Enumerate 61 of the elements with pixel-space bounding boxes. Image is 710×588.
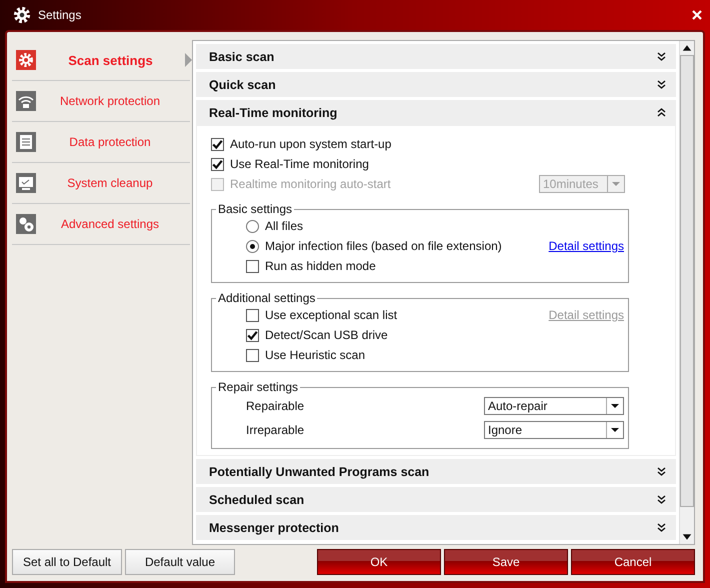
chevron-down-icon bbox=[657, 467, 666, 476]
sidebar-item[interactable]: System cleanup bbox=[12, 163, 190, 204]
scrollbar[interactable] bbox=[679, 41, 694, 544]
group-title: Basic settings bbox=[217, 202, 294, 216]
default-button[interactable]: Set all to Default bbox=[12, 549, 122, 575]
group-title: Additional settings bbox=[217, 291, 316, 305]
sidebar-item[interactable]: Data protection bbox=[12, 122, 190, 163]
section-header[interactable]: Real-Time monitoring bbox=[196, 100, 676, 125]
section-header[interactable]: Basic scan bbox=[196, 44, 676, 69]
sidebar-item[interactable]: Network protection bbox=[12, 81, 190, 122]
checkbox[interactable] bbox=[211, 158, 224, 170]
section-header[interactable]: Messenger protection bbox=[196, 515, 676, 540]
section-header[interactable]: Scheduled scan bbox=[196, 487, 676, 512]
chevron-down-icon bbox=[657, 52, 666, 61]
monitor-icon bbox=[16, 173, 36, 193]
sidebar-label: Data protection bbox=[68, 135, 152, 149]
gears-icon bbox=[16, 214, 36, 234]
checkbox-label: Auto-run upon system start-up bbox=[230, 137, 392, 151]
document-icon bbox=[16, 132, 36, 152]
section-header[interactable]: Potentially Unwanted Programs scan bbox=[196, 459, 676, 484]
section-header[interactable]: Quick scan bbox=[196, 72, 676, 97]
checkbox[interactable] bbox=[246, 260, 259, 272]
checkbox-label: Run as hidden mode bbox=[265, 259, 376, 273]
checkbox-label: Use Heuristic scan bbox=[265, 348, 366, 362]
gear-icon bbox=[13, 6, 31, 24]
dropdown[interactable]: Auto-repair bbox=[484, 397, 624, 415]
gear-icon bbox=[16, 50, 36, 70]
wifi-icon bbox=[16, 91, 36, 111]
sidebar-label: System cleanup bbox=[66, 176, 154, 190]
sidebar-item[interactable]: Scan settings bbox=[12, 40, 190, 81]
chevron-up-icon bbox=[657, 108, 666, 117]
sidebar-label: Scan settings bbox=[67, 52, 154, 68]
sidebar-label: Network protection bbox=[58, 94, 162, 108]
detail-settings-link[interactable]: Detail settings bbox=[548, 239, 624, 253]
checkbox-label: Realtime monitoring auto-start bbox=[230, 177, 392, 191]
checkbox[interactable] bbox=[246, 348, 259, 362]
chevron-down-icon bbox=[657, 495, 666, 504]
chevron-down-icon bbox=[657, 523, 666, 532]
radio-button[interactable] bbox=[246, 240, 259, 252]
sidebar-item[interactable]: Advanced settings bbox=[12, 204, 190, 245]
checkbox-label: Detect/Scan USB drive bbox=[265, 328, 388, 342]
radio-label: Major infection files (based on file extension) bbox=[265, 239, 502, 253]
window-title: Settings bbox=[38, 8, 82, 22]
radio-label: All files bbox=[265, 219, 304, 233]
radio-button[interactable] bbox=[246, 220, 259, 232]
dropdown[interactable]: Ignore bbox=[484, 421, 624, 439]
field-label: Irreparable bbox=[246, 423, 304, 437]
default-button[interactable]: Default value bbox=[125, 549, 235, 575]
close-icon[interactable] bbox=[692, 10, 702, 20]
checkbox[interactable] bbox=[246, 328, 259, 342]
dialog-button[interactable]: Cancel bbox=[571, 549, 695, 575]
chevron-down-icon bbox=[657, 80, 666, 89]
group-title: Repair settings bbox=[217, 380, 300, 394]
field-label: Repairable bbox=[246, 399, 304, 413]
dialog-button[interactable]: OK bbox=[317, 549, 441, 575]
checkbox[interactable] bbox=[211, 138, 224, 150]
checkbox-label: Use exceptional scan list bbox=[265, 308, 398, 322]
dialog-button[interactable]: Save bbox=[444, 549, 568, 575]
sidebar-label: Advanced settings bbox=[60, 217, 160, 231]
checkbox-label: Use Real-Time monitoring bbox=[230, 157, 370, 171]
checkbox[interactable] bbox=[246, 308, 259, 322]
